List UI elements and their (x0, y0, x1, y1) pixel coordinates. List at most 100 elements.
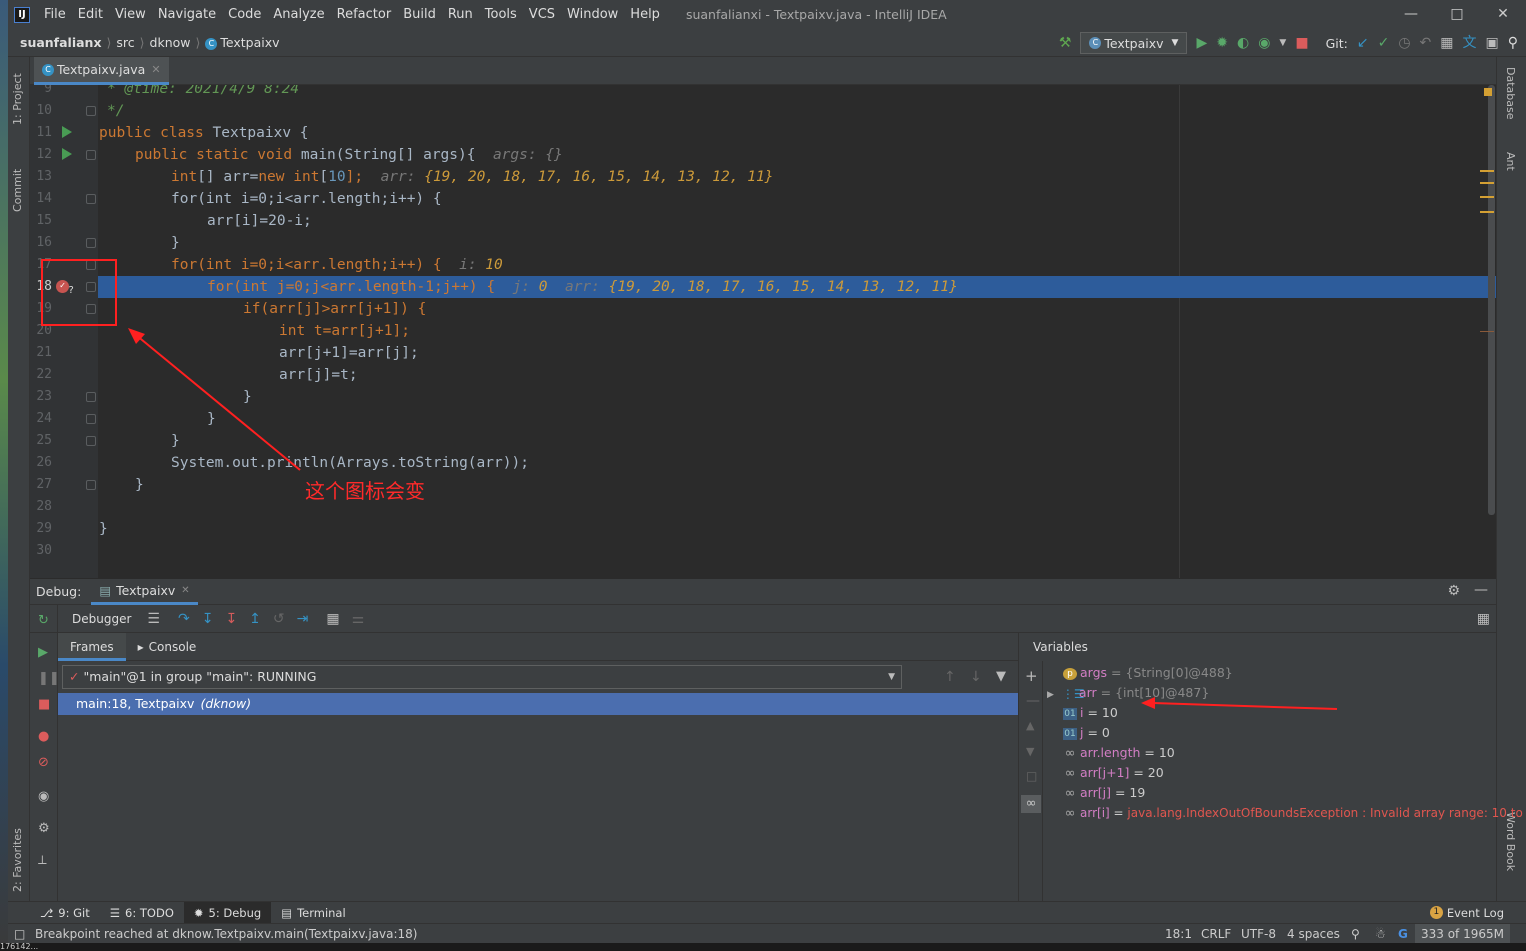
add-watch-icon[interactable]: + (1025, 667, 1038, 685)
layout-options-icon[interactable]: ▦ (1477, 611, 1490, 627)
menu-refactor[interactable]: Refactor (331, 7, 398, 22)
watch-row-arr-j-plus-1[interactable]: ∞ arr[j+1] = 20 (1063, 763, 1164, 783)
previous-frame-icon[interactable]: ↑ (944, 669, 956, 685)
menu-view[interactable]: View (109, 7, 152, 22)
menu-vcs[interactable]: VCS (523, 7, 561, 22)
hide-panel-icon[interactable]: — (1474, 582, 1488, 598)
show-execution-point-icon[interactable]: ☰ (147, 611, 160, 627)
database-tool-tab[interactable]: Database (1504, 67, 1517, 137)
console-tab[interactable]: ▸ Console (126, 633, 209, 661)
breadcrumb-package[interactable]: dknow (150, 35, 191, 50)
step-into-icon[interactable]: ↧ (202, 611, 214, 627)
force-step-into-icon[interactable]: ↧ (225, 611, 237, 627)
pause-icon[interactable]: ❚❚ (38, 671, 60, 686)
word-book-tool-tab[interactable]: Word Book (1504, 812, 1517, 892)
mute-breakpoints-icon[interactable]: ⊘ (38, 755, 49, 770)
thread-select[interactable]: ✓ "main"@1 in group "main": RUNNING ▼ (62, 665, 902, 689)
rollback-icon[interactable]: ↶ (1420, 36, 1432, 50)
translate-icon[interactable]: 文 (1463, 36, 1477, 50)
duplicate-watch-icon[interactable]: □ (1026, 769, 1037, 783)
menu-build[interactable]: Build (397, 7, 442, 22)
breadcrumb-src[interactable]: src (116, 35, 134, 50)
project-structure-icon[interactable]: ▦ (1440, 36, 1453, 50)
trace-icon[interactable]: ⚌ (352, 611, 365, 627)
git-update-icon[interactable]: ↙ (1357, 36, 1369, 50)
breadcrumb-file[interactable]: Textpaixv (220, 35, 279, 50)
profile-icon[interactable]: ◉ (1258, 36, 1270, 50)
variable-row-i[interactable]: 01 i = 10 (1063, 703, 1118, 723)
step-over-icon[interactable]: ↷ (178, 611, 190, 627)
event-log-button[interactable]: 1 Event Log (1420, 902, 1514, 924)
breadcrumb-project[interactable]: suanfalianx (20, 35, 102, 50)
pin-icon[interactable]: ⟂ (38, 853, 47, 868)
indent-setting[interactable]: 4 spaces (1287, 924, 1340, 944)
favorites-tool-tab[interactable]: 2: Favorites (11, 812, 24, 892)
move-up-icon[interactable]: ▲ (1026, 719, 1034, 732)
presentation-icon[interactable]: ▣ (1486, 36, 1499, 50)
view-breakpoints-icon[interactable]: ● (38, 729, 49, 744)
close-tab-icon[interactable]: ✕ (181, 585, 189, 596)
menu-code[interactable]: Code (222, 7, 267, 22)
watch-row-arr-j[interactable]: ∞ arr[j] = 19 (1063, 783, 1146, 803)
minimize-icon[interactable]: — (1388, 0, 1434, 29)
debug-tool-button[interactable]: ✹ 5: Debug (183, 901, 272, 924)
google-icon[interactable]: G (1398, 924, 1408, 944)
resume-icon[interactable]: ▶ (38, 645, 48, 660)
inspector-icon[interactable]: ☃ (1375, 924, 1386, 944)
file-encoding[interactable]: UTF-8 (1241, 924, 1276, 944)
git-tool-button[interactable]: ⎇ 9: Git (30, 902, 100, 924)
caret-position[interactable]: 18:1 (1165, 924, 1192, 944)
build-hammer-icon[interactable]: ⚒ (1059, 36, 1072, 50)
debugger-tab[interactable]: Debugger (72, 612, 131, 626)
search-icon[interactable]: ⚲ (1508, 36, 1518, 50)
remove-watch-icon[interactable]: — (1026, 693, 1040, 709)
menu-navigate[interactable]: Navigate (152, 7, 222, 22)
move-down-icon[interactable]: ▼ (1026, 745, 1034, 758)
close-icon[interactable]: ✕ (1480, 0, 1526, 29)
menu-edit[interactable]: Edit (72, 7, 109, 22)
camera-icon[interactable]: ◉ (38, 789, 49, 804)
next-frame-icon[interactable]: ↓ (970, 669, 982, 685)
code-editor[interactable]: 9 * @time: 2021/4/9 8:24 10 */ 11 public cl… (30, 85, 1496, 578)
show-watches-infinity-icon[interactable]: ∞ (1021, 795, 1041, 813)
settings-gear-icon[interactable]: ⚙ (38, 821, 50, 836)
stack-frame-row[interactable]: main:18, Textpaixv (dknow) (58, 693, 1018, 715)
debug-bug-icon[interactable]: ✹ (1216, 36, 1228, 50)
menu-tools[interactable]: Tools (479, 7, 523, 22)
menu-window[interactable]: Window (561, 7, 624, 22)
todo-tool-button[interactable]: ☰ 6: TODO (100, 902, 184, 924)
stop-icon[interactable]: ■ (38, 697, 50, 712)
drop-frame-icon[interactable]: ↺ (273, 611, 285, 627)
maximize-icon[interactable]: □ (1434, 0, 1480, 29)
close-tab-icon[interactable]: ✕ (151, 63, 160, 76)
menu-run[interactable]: Run (442, 7, 479, 22)
watch-row-arr-length[interactable]: ∞ arr.length = 10 (1063, 743, 1175, 763)
memory-indicator[interactable]: 333 of 1965M (1415, 924, 1510, 944)
filter-icon[interactable]: ▼ (996, 669, 1006, 684)
stop-icon[interactable]: ■ (1295, 36, 1308, 50)
rerun-icon[interactable]: ↻ (38, 613, 49, 628)
toggle-tool-windows-icon[interactable]: □ (14, 924, 25, 944)
debug-session-tab[interactable]: ▤ Textpaixv ✕ (91, 579, 198, 605)
git-commit-check-icon[interactable]: ✓ (1378, 36, 1390, 50)
expand-arrow-icon[interactable]: ▶ (1047, 690, 1054, 700)
project-tool-tab[interactable]: 1: Project (11, 65, 24, 125)
menu-help[interactable]: Help (624, 7, 666, 22)
chevron-down-icon[interactable]: ▼ (1279, 38, 1286, 48)
frames-tab[interactable]: Frames (58, 632, 126, 661)
run-configuration-select[interactable]: C Textpaixv ▼ (1080, 32, 1188, 54)
line-separator[interactable]: CRLF (1201, 924, 1231, 944)
editor-tab-textpaixv[interactable]: C Textpaixv.java ✕ (34, 57, 169, 85)
evaluate-expression-icon[interactable]: ▦ (326, 611, 339, 627)
coverage-icon[interactable]: ◐ (1237, 36, 1249, 50)
variable-row-args[interactable]: p args = {String[0]@488} (1063, 663, 1233, 683)
step-out-icon[interactable]: ↥ (249, 611, 261, 627)
settings-gear-icon[interactable]: ⚙ (1447, 583, 1460, 599)
ant-tool-tab[interactable]: Ant (1504, 152, 1517, 192)
menu-file[interactable]: File (38, 7, 72, 22)
watch-row-arr-i[interactable]: ∞ arr[i] = java.lang.IndexOutOfBoundsExce… (1063, 803, 1526, 823)
commit-tool-tab[interactable]: Commit (11, 152, 24, 212)
terminal-tool-button[interactable]: ▤ Terminal (271, 902, 355, 924)
menu-analyze[interactable]: Analyze (267, 7, 330, 22)
variable-row-j[interactable]: 01 j = 0 (1063, 723, 1110, 743)
